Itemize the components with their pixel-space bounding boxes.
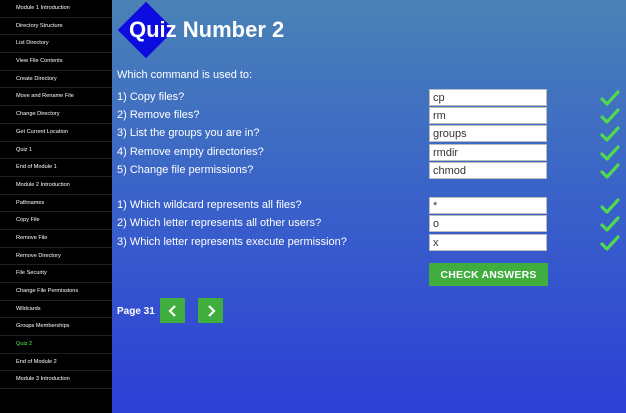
checkmark-icon xyxy=(600,108,620,124)
question-label: 1) Which wildcard represents all files? xyxy=(117,199,302,211)
checkmark-icon xyxy=(600,126,620,142)
sidebar-nav: Module 1 Introduction Directory Structure… xyxy=(0,0,112,413)
sidebar-item[interactable]: Copy File xyxy=(0,212,112,230)
page-title: Quiz Number 2 xyxy=(129,17,285,42)
answer-input[interactable] xyxy=(429,107,547,124)
answer-input[interactable] xyxy=(429,125,547,142)
chevron-right-icon xyxy=(207,304,216,317)
sidebar-item[interactable]: List Directory xyxy=(0,35,112,54)
checkmark-icon xyxy=(600,90,620,106)
answer-input[interactable] xyxy=(429,162,547,179)
sidebar-item[interactable]: Quiz 2 xyxy=(0,336,112,354)
checkmark-icon xyxy=(600,145,620,161)
sidebar-item[interactable]: View File Contents xyxy=(0,53,112,71)
sidebar-item[interactable]: Remove Directory xyxy=(0,248,112,266)
answer-input[interactable] xyxy=(429,144,547,161)
checkmark-icon xyxy=(600,216,620,232)
checkmark-icon xyxy=(600,198,620,214)
check-answers-button[interactable]: CHECK ANSWERS xyxy=(429,263,548,286)
sidebar-item[interactable]: Module 1 Introduction xyxy=(0,0,112,18)
checkmark-icon xyxy=(600,163,620,179)
sidebar-item[interactable]: Module 3 Introduction xyxy=(0,371,112,390)
prev-page-button[interactable] xyxy=(160,298,185,323)
question-label: 5) Change file permissions? xyxy=(117,164,254,176)
checkmark-icon xyxy=(600,235,620,251)
answer-input[interactable] xyxy=(429,197,547,214)
quiz-intro: Which command is used to: xyxy=(117,69,253,81)
sidebar-item[interactable]: End of Module 2 xyxy=(0,354,112,372)
quiz-panel: Quiz Number 2 Which command is used to: … xyxy=(112,0,626,413)
sidebar-item[interactable]: Pathnames xyxy=(0,195,112,213)
sidebar-item[interactable]: Create Directory xyxy=(0,71,112,89)
question-label: 2) Which letter represents all other use… xyxy=(117,217,322,229)
answer-input[interactable] xyxy=(429,234,547,251)
chevron-left-icon xyxy=(167,304,176,317)
question-label: 3) Which letter represents execute permi… xyxy=(117,236,347,248)
sidebar-item[interactable]: Remove File xyxy=(0,230,112,248)
next-page-button[interactable] xyxy=(198,298,223,323)
sidebar-item[interactable]: Wildcards xyxy=(0,301,112,319)
question-label: 3) List the groups you are in? xyxy=(117,127,260,139)
answer-input[interactable] xyxy=(429,89,547,106)
sidebar-item[interactable]: Change Directory xyxy=(0,106,112,124)
sidebar-item[interactable]: Move and Rename File xyxy=(0,88,112,107)
sidebar-item[interactable]: Quiz 1 xyxy=(0,142,112,160)
sidebar-item[interactable]: Directory Structure xyxy=(0,18,112,36)
page-number: Page 31 xyxy=(117,306,155,317)
sidebar-item[interactable]: Change File Permissions xyxy=(0,283,112,301)
sidebar-item[interactable]: Groups Memberships xyxy=(0,318,112,337)
question-label: 1) Copy files? xyxy=(117,91,185,103)
question-label: 2) Remove files? xyxy=(117,109,200,121)
answer-input[interactable] xyxy=(429,215,547,232)
sidebar-item[interactable]: Get Current Location xyxy=(0,124,112,142)
sidebar-item[interactable]: End of Module 1 xyxy=(0,159,112,177)
question-label: 4) Remove empty directories? xyxy=(117,146,264,158)
sidebar-item[interactable]: File Security xyxy=(0,265,112,283)
sidebar-item[interactable]: Module 2 Introduction xyxy=(0,177,112,195)
